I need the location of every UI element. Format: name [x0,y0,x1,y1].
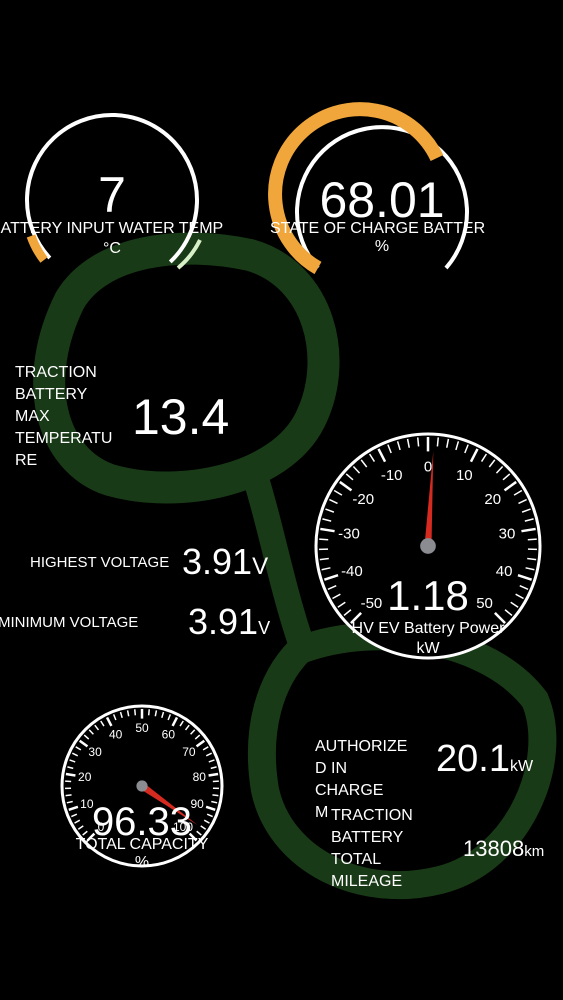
total-capacity-tick [65,794,72,797]
total-capacity-needle-hub [136,780,148,792]
total-mileage-unit: km [524,843,545,860]
minimum-voltage-readout: 3.91V [188,604,270,640]
total-mileage-line-1: TRACTION [331,807,413,824]
minimum-voltage-value: 3.91 [188,601,259,642]
traction-max-temp-line-3: MAX [15,408,50,425]
authorized-charge-value: 20.1 [436,738,510,780]
authorized-charge-readout: 20.1kW [436,740,533,778]
total-capacity-tick-label: 30 [88,745,102,759]
authorized-charge-line-1: AUTHORIZE [315,738,408,755]
total-mileage-value: 13808 [463,836,525,861]
total-mileage-line-4: MILEAGE [331,873,403,890]
total-capacity-tick-label: 70 [182,745,196,759]
water-temp-value: 7 [98,167,126,223]
authorized-charge-line-3: CHARGE [315,782,384,799]
total-capacity-tick-label: 50 [135,721,149,735]
hv-power-label: HV EV Battery Power [351,620,505,637]
total-capacity-tick-label: 60 [162,728,176,742]
traction-max-temp-line-2: BATTERY [15,386,88,403]
total-capacity-tick-label: 20 [78,770,92,784]
total-mileage-readout: 13808km [463,836,544,862]
highest-voltage-unit: V [252,553,269,580]
minimum-voltage-label: MINIMUM VOLTAGE [0,614,139,631]
traction-max-temp-line-4: TEMPERATU [15,430,113,447]
total-capacity-unit: % [134,854,150,871]
traction-max-temp-line-1: TRACTION [15,364,97,381]
total-capacity-tick [208,772,219,777]
highest-voltage-value: 3.91 [182,541,253,582]
total-capacity-tick [147,709,150,716]
water-temp-label: BATTERY INPUT WATER TEMP [0,220,224,237]
total-mileage-label: TRACTION BATTERY TOTAL MILEAGE [331,805,413,893]
total-capacity-tick [65,772,76,777]
total-capacity-tick [212,794,219,797]
total-mileage-line-3: TOTAL [331,851,382,868]
minimum-voltage-unit: V [258,618,271,638]
highest-voltage-readout: 3.91V [182,544,268,581]
minimum-voltage-label-wrap: MINIMUM VOLTAGE [0,614,160,636]
total-capacity-tick-label: 40 [109,728,123,742]
traction-max-temp-line-5: RE [15,452,38,469]
total-capacity-tick [134,709,137,716]
authorized-charge-unit: kW [509,758,534,775]
soc-label-wrap: STATE OF CHARGE BATTER [270,218,495,240]
traction-max-temp-value: 13.4 [132,389,230,445]
hv-power-value: 1.18 [387,572,469,619]
highest-voltage-label: HIGHEST VOLTAGE [30,554,170,571]
traction-max-temp-label: TRACTION BATTERY MAX TEMPERATU RE [15,362,112,472]
total-mileage-line-2: BATTERY [331,829,404,846]
water-temp-label-wrap: BATTERY INPUT WATER TEMP [0,218,225,240]
total-capacity-tick-label: 80 [193,770,207,784]
soc-label: STATE OF CHARGE BATTER [270,220,486,237]
hv-power-unit: kW [416,640,440,657]
authorized-charge-line-2: D IN [315,760,347,777]
